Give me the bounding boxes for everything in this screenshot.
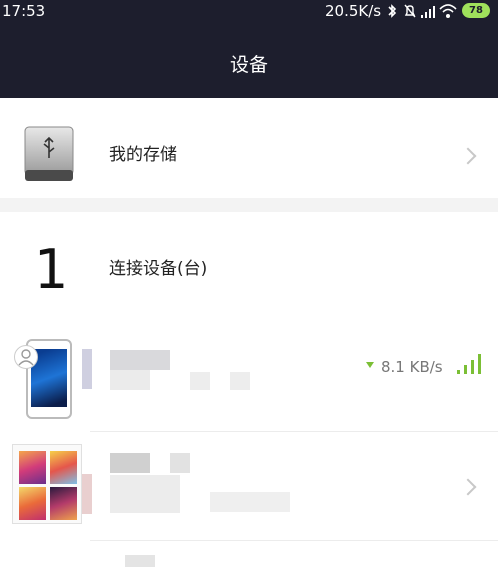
mute-icon [404,4,416,18]
my-storage-label: 我的存储 [109,145,177,165]
wifi-icon [439,4,457,18]
section-divider [0,198,498,212]
connected-count: 1 [34,238,69,301]
bluetooth-icon [388,4,397,18]
download-arrow-icon [366,362,374,368]
row-divider [90,431,498,432]
cell-signal-icon [421,6,435,18]
battery-level: 78 [469,5,483,16]
device-row-3-partial[interactable] [125,555,155,567]
battery-icon: 78 [462,3,490,18]
my-storage-row[interactable]: 我的存储 [0,98,498,198]
top-app-bar: 17:53 20.5K/s 78 设备 [0,0,498,98]
user-icon [14,345,38,369]
page-title: 设备 [229,54,268,76]
usb-drive-icon [24,126,74,181]
connected-devices-label: 连接设备(台) [109,259,208,279]
chevron-right-icon [459,478,477,496]
status-time: 17:53 [2,2,46,20]
chevron-right-icon [459,147,477,165]
network-speed: 20.5K/s [325,2,382,20]
status-bar: 17:53 20.5K/s 78 [0,0,498,24]
phone-gallery-icon [12,444,82,524]
row-divider [90,540,498,541]
signal-strength-icon [457,354,481,374]
device-transfer-rate: 8.1 KB/s [381,358,443,376]
